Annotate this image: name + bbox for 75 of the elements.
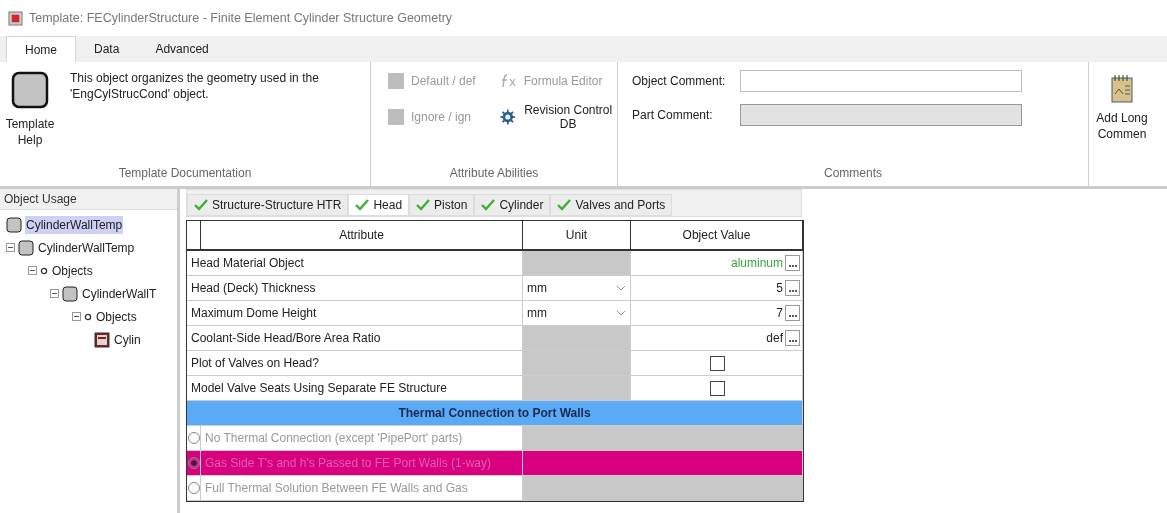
radio-button[interactable]: [187, 432, 200, 444]
ribbon-tab[interactable]: Advanced: [137, 36, 227, 62]
ribbon-tab[interactable]: Data: [76, 36, 138, 62]
group-label: Template Documentation: [117, 165, 253, 182]
column-header: Object Value: [631, 221, 803, 251]
collapse-icon[interactable]: [50, 289, 59, 298]
sub-tab[interactable]: Valves and Ports: [550, 194, 673, 216]
check-icon: [481, 199, 496, 211]
toggle-icon: [387, 108, 405, 126]
template-icon: [62, 285, 78, 302]
template-icon: [10, 70, 50, 110]
value-text: def: [766, 331, 783, 345]
attribute-cell: Head (Deck) Thickness: [187, 276, 523, 301]
comment-field[interactable]: [740, 70, 1022, 92]
attribute-cell: Plot of Valves on Head?: [187, 351, 523, 376]
radio-button[interactable]: [187, 482, 200, 494]
sub-tab[interactable]: Head: [348, 194, 410, 216]
sub-tab[interactable]: Cylinder: [474, 194, 551, 216]
collapse-icon[interactable]: [6, 243, 15, 252]
bullet-icon: [40, 266, 48, 275]
sub-tab[interactable]: Structure-Structure HTR: [187, 194, 349, 216]
tree-item[interactable]: Objects: [95, 307, 138, 326]
sub-tab[interactable]: Piston: [409, 194, 475, 216]
toggle-icon: [387, 72, 405, 90]
browse-icon[interactable]: [785, 305, 800, 321]
attribute-cell: Head Material Object: [187, 251, 523, 276]
field-label: Part Comment:: [632, 108, 714, 122]
field-label: Object Comment:: [632, 74, 727, 88]
option-label: Full Thermal Solution Between FE Walls and Gas: [201, 476, 523, 501]
check-icon: [416, 199, 431, 211]
collapse-icon[interactable]: [28, 266, 37, 275]
template-icon: [18, 239, 34, 256]
option-label: Gas Side T's and h's Passed to FE Port Walls (1-way): [201, 451, 523, 476]
tree-item[interactable]: CylinderWallTemp: [37, 238, 136, 257]
template-icon: [6, 216, 22, 233]
tree-item[interactable]: Objects: [51, 261, 94, 280]
bullet-icon: [84, 312, 92, 321]
check-icon: [194, 199, 208, 211]
ability-button[interactable]: Revision Control DB: [497, 106, 617, 128]
object-icon: [94, 331, 110, 348]
unit-dropdown[interactable]: mm: [523, 276, 631, 301]
group-label: Attribute Abilities: [448, 165, 540, 182]
value-text: 7: [776, 306, 783, 320]
option-label: No Thermal Connection (except 'PipePort' parts): [201, 426, 523, 451]
formula-icon: [499, 72, 518, 90]
checkbox[interactable]: [710, 355, 725, 371]
check-icon: [355, 199, 370, 211]
checkbox[interactable]: [710, 380, 725, 396]
attribute-cell: Maximum Dome Height: [187, 301, 523, 326]
window-title: Template: FECylinderStructure - Finite Element Cylinder Structure Geometry: [29, 11, 453, 25]
value-text: 5: [776, 281, 783, 295]
browse-icon[interactable]: [785, 280, 800, 296]
tree-item[interactable]: Cylin: [113, 330, 142, 349]
caret-icon[interactable]: [616, 285, 626, 291]
template-help-button[interactable]: Template Help: [0, 62, 60, 164]
browse-icon[interactable]: [785, 255, 800, 271]
gear-icon: [499, 108, 516, 126]
description-text: This object organizes the geometry used in the 'EngCylStrucCond' object.: [70, 70, 320, 103]
browse-icon[interactable]: [785, 330, 800, 346]
check-icon: [557, 199, 572, 211]
ribbon-tab[interactable]: Home: [6, 36, 76, 62]
app-icon: [8, 10, 23, 26]
notepad-icon: [1110, 74, 1134, 104]
value-text: aluminum: [730, 256, 783, 270]
tree-item[interactable]: CylinderWallTemp: [25, 215, 124, 234]
pane-header: Object Usage: [0, 189, 177, 210]
tree-item[interactable]: CylinderWallT: [81, 284, 158, 303]
group-label: Comments: [823, 165, 883, 182]
collapse-icon[interactable]: [72, 312, 81, 321]
column-header: Attribute: [201, 221, 523, 251]
section-header: Thermal Connection to Port Walls: [187, 401, 803, 426]
add-comment-button[interactable]: Add Long Commen: [1089, 62, 1155, 186]
caret-icon[interactable]: [616, 310, 626, 316]
radio-button[interactable]: [187, 457, 200, 469]
attribute-cell: Coolant-Side Head/Bore Area Ratio: [187, 326, 523, 351]
